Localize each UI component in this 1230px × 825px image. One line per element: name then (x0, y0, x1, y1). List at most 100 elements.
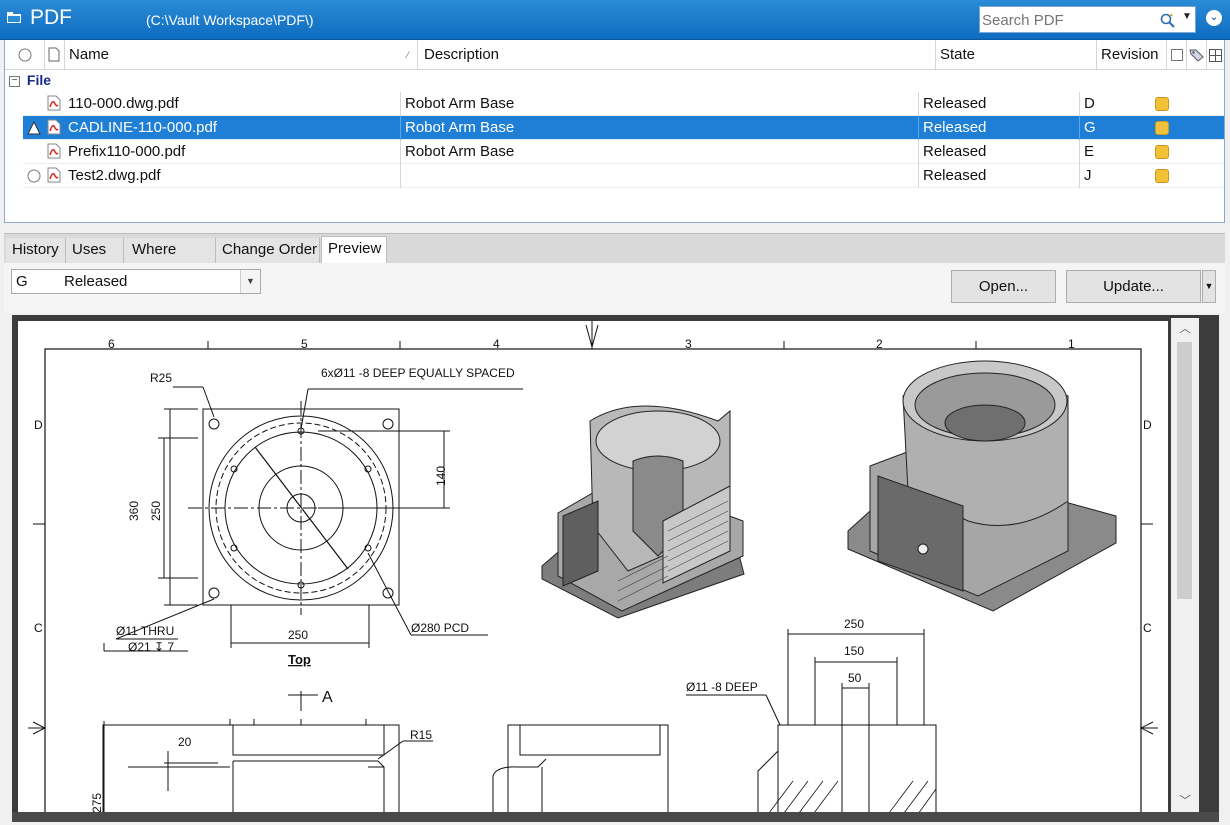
table-row-selected[interactable]: CADLINE-110-000.pdf Robot Arm Base Relea… (23, 116, 1224, 140)
tab-history[interactable]: History (6, 238, 66, 264)
select-column-header[interactable] (5, 40, 45, 70)
file-revision: D (1079, 92, 1149, 116)
checkbox-column-header[interactable] (1167, 40, 1187, 70)
zone-row-c-right: C (1143, 621, 1152, 635)
search-input[interactable] (982, 10, 1157, 30)
tab-uses[interactable]: Uses (66, 238, 124, 264)
dim-360: 360 (127, 501, 141, 521)
column-chooser-header[interactable] (1207, 40, 1224, 70)
scroll-up-icon[interactable]: ︿ (1171, 320, 1199, 338)
file-state: Released (918, 92, 1079, 116)
dim-140: 140 (434, 466, 448, 486)
file-description: Robot Arm Base (400, 140, 918, 164)
zone-row-c-left: C (34, 621, 43, 635)
title-bar: PDF (C:\Vault Workspace\PDF\) ▼ ⌄ (0, 0, 1230, 40)
file-revision: G (1079, 116, 1149, 140)
status-icon (1155, 97, 1169, 111)
preview-vertical-scrollbar[interactable]: ︿ ﹀ (1171, 318, 1199, 818)
dim-20: 20 (178, 735, 192, 749)
column-header-state[interactable]: State (936, 40, 1097, 70)
drawing-sheet: 6 5 4 3 2 1 D D C C R25 6xØ11 -8 DEEP EQ… (18, 321, 1168, 825)
pdf-file-icon (47, 95, 61, 111)
search-options-dropdown-icon[interactable]: ▼ (1182, 11, 1194, 29)
dim-250-horizontal: 250 (288, 628, 308, 642)
search-icon[interactable] (1160, 12, 1176, 28)
open-button[interactable]: Open... (951, 270, 1056, 303)
window-title: PDF (30, 6, 72, 29)
column-header-description[interactable]: Description (418, 40, 936, 70)
file-name: 110-000.dwg.pdf (68, 95, 179, 112)
dim-holes-note: 6xØ11 -8 DEEP EQUALLY SPACED (321, 366, 515, 380)
file-description: Robot Arm Base (400, 92, 918, 116)
zone-col-4: 4 (493, 337, 500, 351)
dim-section-150: 150 (844, 644, 864, 658)
chevron-down-icon[interactable]: ▼ (240, 270, 260, 293)
icon-column-header[interactable] (45, 40, 65, 70)
file-icon (48, 47, 60, 62)
tag-column-header[interactable] (1187, 40, 1207, 70)
table-row[interactable]: Prefix110-000.pdf Robot Arm Base Release… (23, 140, 1224, 164)
version-select[interactable]: G Released ▼ (11, 269, 261, 294)
zone-col-3: 3 (685, 337, 692, 351)
file-state: Released (918, 140, 1079, 164)
engineering-drawing: 6 5 4 3 2 1 D D C C R25 6xØ11 -8 DEEP EQ… (28, 321, 1158, 825)
group-header-file[interactable]: − File (9, 72, 51, 92)
scroll-down-icon[interactable]: ﹀ (1171, 792, 1199, 810)
file-state: Released (918, 116, 1079, 140)
pdf-file-icon (47, 143, 61, 159)
chevron-down-icon[interactable]: ⌄ (1206, 10, 1222, 26)
tab-preview[interactable]: Preview (321, 236, 387, 264)
file-state: Released (918, 164, 1079, 188)
pdf-preview-pane[interactable]: 6 5 4 3 2 1 D D C C R25 6xØ11 -8 DEEP EQ… (12, 315, 1219, 825)
view-label-top: Top (288, 652, 311, 667)
file-revision: E (1079, 140, 1149, 164)
note-counterbore: Ø21 ↧ 7 (128, 640, 174, 654)
version-state: Released (64, 273, 128, 290)
grid-header: Name ⁄ Description State Revision (5, 40, 1224, 70)
window-path: (C:\Vault Workspace\PDF\) (146, 12, 314, 28)
status-icon (1155, 121, 1169, 135)
file-name: Test2.dwg.pdf (68, 167, 161, 184)
status-icon (1155, 145, 1169, 159)
collapse-icon[interactable]: − (9, 75, 20, 87)
update-button[interactable]: Update... (1066, 270, 1201, 303)
table-row[interactable]: Test2.dwg.pdf Released J (23, 164, 1224, 188)
version-revision: G (16, 273, 28, 290)
dim-275: 275 (90, 793, 104, 813)
update-dropdown-button[interactable]: ▼ (1202, 270, 1216, 303)
column-header-revision[interactable]: Revision (1097, 40, 1167, 70)
grid-icon (1209, 49, 1222, 62)
file-description: Robot Arm Base (400, 116, 918, 140)
zone-col-2: 2 (876, 337, 883, 351)
folder-icon (7, 12, 21, 23)
file-description (400, 164, 918, 188)
scroll-thumb[interactable] (1177, 342, 1192, 599)
dim-section-250: 250 (844, 617, 864, 631)
tab-where-used[interactable]: Where Used (124, 238, 216, 282)
table-row[interactable]: 110-000.dwg.pdf Robot Arm Base Released … (23, 92, 1224, 116)
tab-change-order[interactable]: Change Order (216, 238, 320, 264)
note-pcd: Ø280 PCD (411, 621, 469, 635)
zone-col-6: 6 (108, 337, 115, 351)
dim-r25: R25 (150, 371, 172, 385)
dim-250-vertical: 250 (149, 501, 163, 521)
detail-tabs: History Uses Where Used Change Order Pre… (4, 233, 1225, 282)
warning-icon (27, 121, 41, 135)
zone-col-1: 1 (1068, 337, 1075, 351)
file-grid: Name ⁄ Description State Revision − File… (4, 40, 1225, 223)
section-label-a: A (322, 689, 333, 706)
radio-icon (18, 48, 32, 62)
checkbox-icon (1171, 49, 1183, 61)
note-thru: Ø11 THRU (116, 624, 174, 638)
zone-row-d-right: D (1143, 418, 1152, 432)
dim-section-50: 50 (848, 671, 862, 685)
search-box[interactable]: ▼ (979, 6, 1196, 33)
file-revision: J (1079, 164, 1149, 188)
pdf-file-icon (47, 167, 61, 183)
sort-indicator-icon: ⁄ (407, 50, 409, 60)
dim-r15: R15 (410, 728, 432, 742)
preview-bottom-toolbar (12, 812, 1219, 822)
column-header-name[interactable]: Name ⁄ (65, 40, 418, 70)
radio-icon[interactable] (27, 169, 41, 183)
note-deep: Ø11 -8 DEEP (686, 680, 758, 694)
